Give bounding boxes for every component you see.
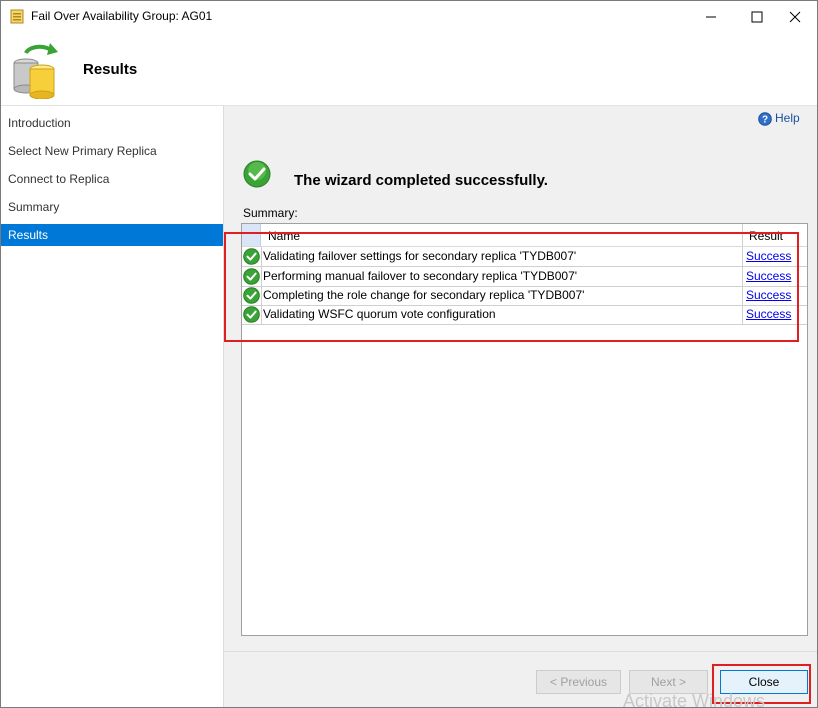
page-title: Results [83, 61, 138, 78]
footer-divider [224, 651, 817, 652]
activate-windows-watermark: Activate Windows [623, 691, 766, 708]
nav-item-results[interactable]: Results [1, 224, 223, 246]
annotation-highlight-rows [224, 232, 799, 342]
wizard-header: Results [1, 31, 817, 106]
maximize-icon [751, 11, 763, 23]
wizard-window: Fail Over Availability Group: AG01 Resul… [0, 0, 818, 708]
minimize-button[interactable] [688, 1, 734, 31]
app-icon [10, 9, 24, 24]
nav-item-introduction[interactable]: Introduction [1, 112, 223, 134]
nav-item-summary[interactable]: Summary [1, 196, 223, 218]
summary-label: Summary: [243, 206, 298, 220]
title-bar: Fail Over Availability Group: AG01 [1, 1, 817, 31]
minimize-icon [706, 16, 716, 18]
wizard-nav: Introduction Select New Primary Replica … [1, 106, 224, 707]
nav-item-connect-to-replica[interactable]: Connect to Replica [1, 168, 223, 190]
window-title: Fail Over Availability Group: AG01 [31, 9, 213, 23]
close-icon [789, 11, 801, 23]
previous-button[interactable]: < Previous [536, 670, 621, 694]
nav-item-select-new-primary-replica[interactable]: Select New Primary Replica [1, 140, 223, 162]
database-sync-icon [13, 43, 58, 99]
completion-message: The wizard completed successfully. [294, 172, 548, 189]
help-label: Help [775, 111, 800, 125]
close-window-button[interactable] [772, 1, 817, 31]
help-icon: ? [758, 112, 772, 126]
svg-text:?: ? [762, 115, 768, 126]
success-check-icon [243, 160, 271, 188]
